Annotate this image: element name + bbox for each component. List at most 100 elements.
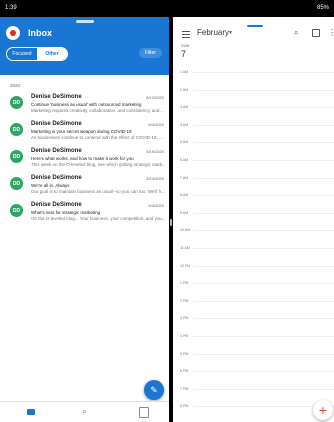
day-of-week: SUN <box>181 43 190 48</box>
time-label: 12 PM <box>180 263 191 268</box>
preview: As businesses continue to contend with t… <box>31 135 163 140</box>
inbox-title: Inbox <box>28 28 52 38</box>
time-label: 2 AM <box>180 87 189 92</box>
hour-line <box>193 72 334 73</box>
hour-line <box>193 177 334 179</box>
sender: Denise DeSimone <box>31 175 82 181</box>
split-handle[interactable] <box>170 219 172 226</box>
date: 6/12/2020 <box>146 95 164 100</box>
list-item[interactable]: DD Denise DeSimone 6/12/2020 Continue 'b… <box>0 92 169 119</box>
sender: Denise DeSimone <box>31 148 82 154</box>
sender: Denise DeSimone <box>31 94 82 100</box>
pencil-icon: ✎ <box>150 384 158 395</box>
hour-line <box>193 142 334 144</box>
tab-focused[interactable]: Focused <box>7 48 37 60</box>
time-label: 4 AM <box>180 122 189 127</box>
hour-line <box>193 107 334 109</box>
hour-line <box>193 283 334 285</box>
avatar: DD <box>10 204 23 217</box>
time-label: 1 AM <box>180 70 189 74</box>
message-list: DD Denise DeSimone 6/12/2020 Continue 'b… <box>0 92 169 227</box>
year-label: 2020 <box>10 83 21 88</box>
preview: Our goal is to maintain business as usua… <box>31 189 165 194</box>
date: 5/19/2020 <box>146 149 164 154</box>
subject: We're all in. Always <box>31 183 70 188</box>
hour-line <box>193 300 334 302</box>
compose-button[interactable]: ✎ <box>144 380 164 400</box>
time-label: 6 AM <box>180 158 189 162</box>
time-label: 8 AM <box>180 193 189 198</box>
bottom-nav: ⌕ <box>0 401 169 422</box>
hour-line <box>193 195 334 197</box>
chevron-down-icon[interactable]: ▼ <box>228 30 233 36</box>
account-avatar[interactable] <box>6 26 20 40</box>
time-label: 1 PM <box>180 281 189 286</box>
day-grid[interactable]: 1 AM 2 AM 3 AM 4 AM 5 AM 6 AM 7 AM 8 AM 9 AM 10 A… <box>173 64 334 422</box>
avatar: DD <box>10 177 23 190</box>
time-label: 5 AM <box>180 140 189 145</box>
avatar: DD <box>10 150 23 163</box>
hour-line <box>193 160 334 161</box>
sender: Denise DeSimone <box>31 121 82 127</box>
subject: Here's what works, and how to make it wo… <box>31 156 134 161</box>
status-time: 1:39 <box>5 5 17 11</box>
date: 5/14/2020 <box>146 176 164 181</box>
today-icon[interactable] <box>312 29 320 37</box>
time-label: 11 AM <box>180 246 190 250</box>
mail-header: Inbox Focused Other Filter <box>0 17 169 75</box>
time-label: 6 PM <box>180 369 189 374</box>
sender: Denise DeSimone <box>31 202 82 208</box>
mail-pane: Inbox Focused Other Filter 2020 DD Denis… <box>0 17 169 422</box>
time-label: 5 PM <box>180 351 189 356</box>
subject: Continue 'business as usual' with outsou… <box>31 102 142 107</box>
time-label: 9 AM <box>180 210 189 215</box>
list-item[interactable]: DD Denise DeSimone 5/14/2020 We're all i… <box>0 173 169 200</box>
month-selector[interactable]: February <box>197 28 229 37</box>
tab-other[interactable]: Other <box>37 48 67 60</box>
hour-line <box>193 265 334 267</box>
list-item[interactable]: DD Denise DeSimone 6/4/2020 Marketing is… <box>0 119 169 146</box>
mail-icon[interactable] <box>27 409 35 415</box>
list-item[interactable]: DD Denise DeSimone 5/19/2020 Here's what… <box>0 146 169 173</box>
time-label: 7 AM <box>180 175 189 180</box>
time-label: 7 PM <box>180 386 189 391</box>
time-label: 8 PM <box>180 404 189 409</box>
more-icon[interactable]: ⋮ <box>328 28 334 37</box>
status-bar: 1:39 85% <box>0 0 334 17</box>
subject: What's next for strategic marketing <box>31 210 101 215</box>
hour-line <box>193 248 334 249</box>
preview: This week on the O-leveled blog, see whi… <box>31 162 165 167</box>
hour-line <box>193 124 334 126</box>
search-icon[interactable]: ⌕ <box>82 406 87 417</box>
preview: Marketing requires creativity, collabora… <box>31 108 164 113</box>
time-label: 4 PM <box>180 334 189 338</box>
date: 5/4/2020 <box>148 203 164 208</box>
plus-icon: + <box>318 402 328 418</box>
calendar-icon[interactable] <box>139 407 149 418</box>
hour-line <box>193 353 334 355</box>
hour-line <box>193 336 334 337</box>
calendar-pane: February ▼ ⌕ ⋮ SUN 7 1 AM 2 AM 3 AM 4 AM 5 A… <box>173 17 334 422</box>
time-label: 2 PM <box>180 298 189 303</box>
list-item[interactable]: DD Denise DeSimone 5/4/2020 What's next … <box>0 200 169 227</box>
avatar: DD <box>10 96 23 109</box>
subject: Marketing is your secret weapon during C… <box>31 129 132 134</box>
avatar: DD <box>10 123 23 136</box>
add-event-button[interactable]: + <box>313 400 333 420</box>
hour-line <box>193 212 334 214</box>
hour-line <box>193 371 334 373</box>
time-label: 3 AM <box>180 105 189 110</box>
hour-line <box>193 230 334 232</box>
preview: On the O-leveled blog... Your business, … <box>31 216 165 221</box>
date: 6/4/2020 <box>148 122 164 127</box>
time-label: 3 PM <box>180 316 189 321</box>
search-icon[interactable]: ⌕ <box>294 28 298 38</box>
status-battery: 85% <box>316 5 329 11</box>
drag-handle[interactable] <box>76 20 94 23</box>
filter-button[interactable]: Filter <box>138 48 162 58</box>
drag-handle[interactable] <box>247 25 263 27</box>
day-number[interactable]: 7 <box>181 49 186 59</box>
hour-line <box>193 89 334 91</box>
menu-icon[interactable] <box>182 31 190 38</box>
time-label: 10 AM <box>180 228 191 233</box>
